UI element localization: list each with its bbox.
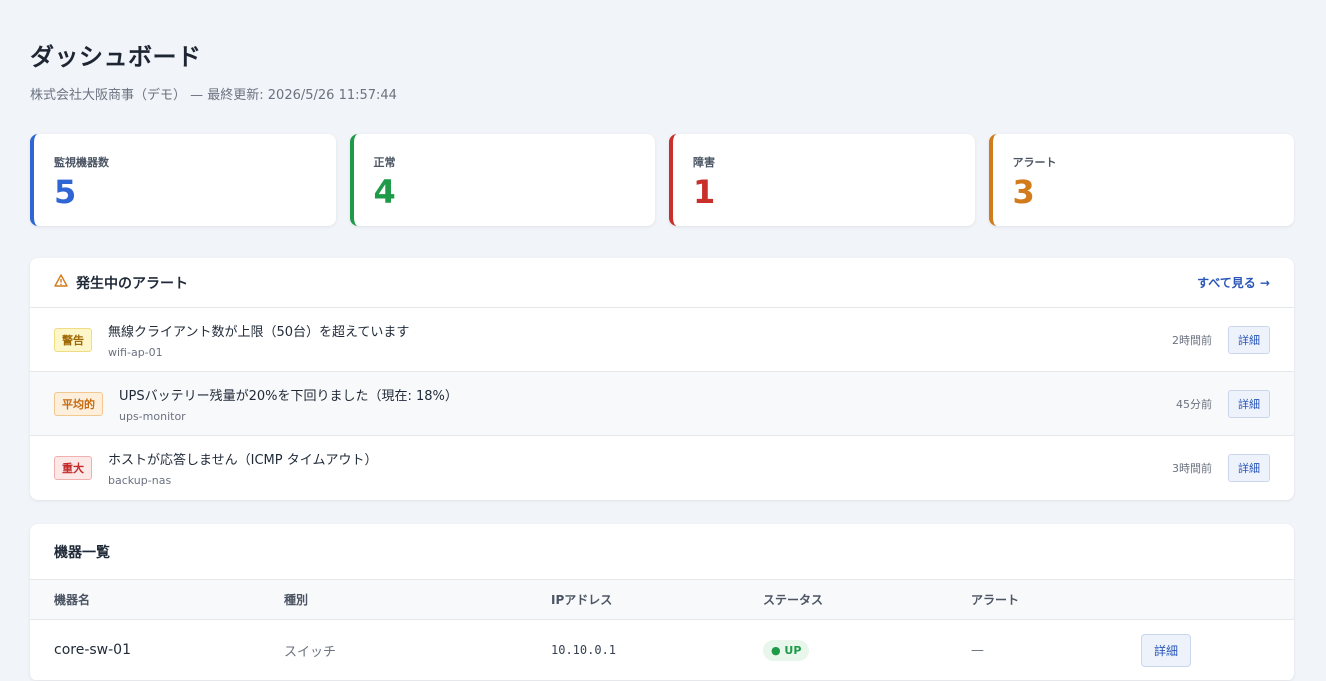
severity-badge-critical: 重大: [54, 456, 92, 480]
device-alert: —: [971, 642, 984, 658]
alert-message: UPSバッテリー残量が20%を下回りました（現在: 18%）: [119, 388, 458, 404]
alert-host: backup-nas: [108, 474, 172, 487]
stat-card-alerts: アラート 3: [988, 134, 1294, 226]
table-header-row: 機器名 種別 IPアドレス ステータス アラート: [30, 580, 1294, 620]
stat-card-normal: 正常 4: [349, 134, 655, 226]
stat-card-devices: 監視機器数 5: [30, 134, 336, 226]
stat-value: 3: [1012, 173, 1035, 211]
column-header-action: [1141, 580, 1294, 620]
stat-label: 監視機器数: [54, 156, 109, 169]
warning-icon: [54, 274, 68, 291]
page-title: ダッシュボード: [30, 43, 202, 71]
alert-detail-button[interactable]: 詳細: [1228, 389, 1270, 418]
device-type: スイッチ: [284, 644, 337, 660]
alert-host: wifi-ap-01: [108, 345, 163, 359]
alert-content: UPSバッテリー残量が20%を下回りました（現在: 18%） ups-monit…: [119, 385, 1176, 423]
column-header-ip: IPアドレス: [551, 580, 763, 620]
stats-row: 監視機器数 5 正常 4 障害 1 アラート 3: [30, 134, 1294, 226]
stat-card-failure: 障害 1: [669, 134, 975, 226]
active-alerts-panel: 発生中のアラート すべて見る → 警告 無線クライアント数が上限（50台）を超え…: [30, 258, 1294, 500]
stat-label: アラート: [1012, 156, 1057, 169]
alerts-panel-title: 発生中のアラート: [54, 273, 188, 293]
alert-time: 3時間前: [1172, 462, 1212, 475]
alert-content: 無線クライアント数が上限（50台）を超えています wifi-ap-01: [108, 321, 1172, 359]
view-all-alerts-link[interactable]: すべて見る →: [1197, 274, 1270, 291]
device-table: 機器名 種別 IPアドレス ステータス アラート core-sw-01 スイッチ…: [30, 580, 1294, 681]
status-badge: ● UP: [763, 639, 810, 661]
alert-row: 警告 無線クライアント数が上限（50台）を超えています wifi-ap-01 2…: [30, 308, 1294, 372]
alert-host: ups-monitor: [119, 409, 186, 423]
device-ip: 10.10.0.1: [551, 642, 617, 657]
alert-detail-button[interactable]: 詳細: [1228, 325, 1270, 354]
stat-value: 4: [373, 173, 396, 211]
device-list-panel: 機器一覧 機器名 種別 IPアドレス ステータス アラート core-sw-01…: [30, 524, 1294, 681]
alert-content: ホストが応答しません（ICMP タイムアウト） backup-nas: [108, 449, 1172, 487]
stat-value: 5: [54, 173, 77, 211]
alert-message: 無線クライアント数が上限（50台）を超えています: [108, 324, 410, 340]
alert-detail-button[interactable]: 詳細: [1228, 454, 1270, 482]
column-header-status: ステータス: [763, 580, 971, 620]
alert-time: 2時間前: [1172, 333, 1212, 347]
column-header-alert: アラート: [971, 580, 1141, 620]
severity-badge-warning: 警告: [54, 327, 92, 352]
device-name: core-sw-01: [54, 642, 131, 658]
device-panel-title: 機器一覧: [54, 544, 110, 561]
column-header-name: 機器名: [30, 580, 284, 620]
alerts-panel-title-text: 発生中のアラート: [76, 275, 188, 292]
stat-label: 障害: [693, 156, 715, 169]
page-subtitle: 株式会社大阪商事（デモ） — 最終更新: 2026/5/26 11:57:44: [30, 88, 397, 103]
stat-label: 正常: [373, 156, 396, 169]
alert-row: 重大 ホストが応答しません（ICMP タイムアウト） backup-nas 3時…: [30, 436, 1294, 500]
device-panel-header: 機器一覧: [30, 524, 1294, 580]
alert-message: ホストが応答しません（ICMP タイムアウト）: [108, 453, 378, 468]
device-detail-button[interactable]: 詳細: [1141, 633, 1192, 667]
alerts-panel-header: 発生中のアラート すべて見る →: [30, 258, 1294, 308]
dashboard-page: ダッシュボード 株式会社大阪商事（デモ） — 最終更新: 2026/5/26 1…: [0, 0, 1326, 681]
column-header-type: 種別: [284, 580, 551, 620]
alert-time: 45分前: [1176, 397, 1212, 411]
alert-row: 平均的 UPSバッテリー残量が20%を下回りました（現在: 18%） ups-m…: [30, 372, 1294, 436]
stat-value: 1: [693, 173, 716, 211]
table-row: core-sw-01 スイッチ 10.10.0.1 ● UP — 詳細: [30, 619, 1294, 681]
severity-badge-average: 平均的: [54, 391, 103, 416]
